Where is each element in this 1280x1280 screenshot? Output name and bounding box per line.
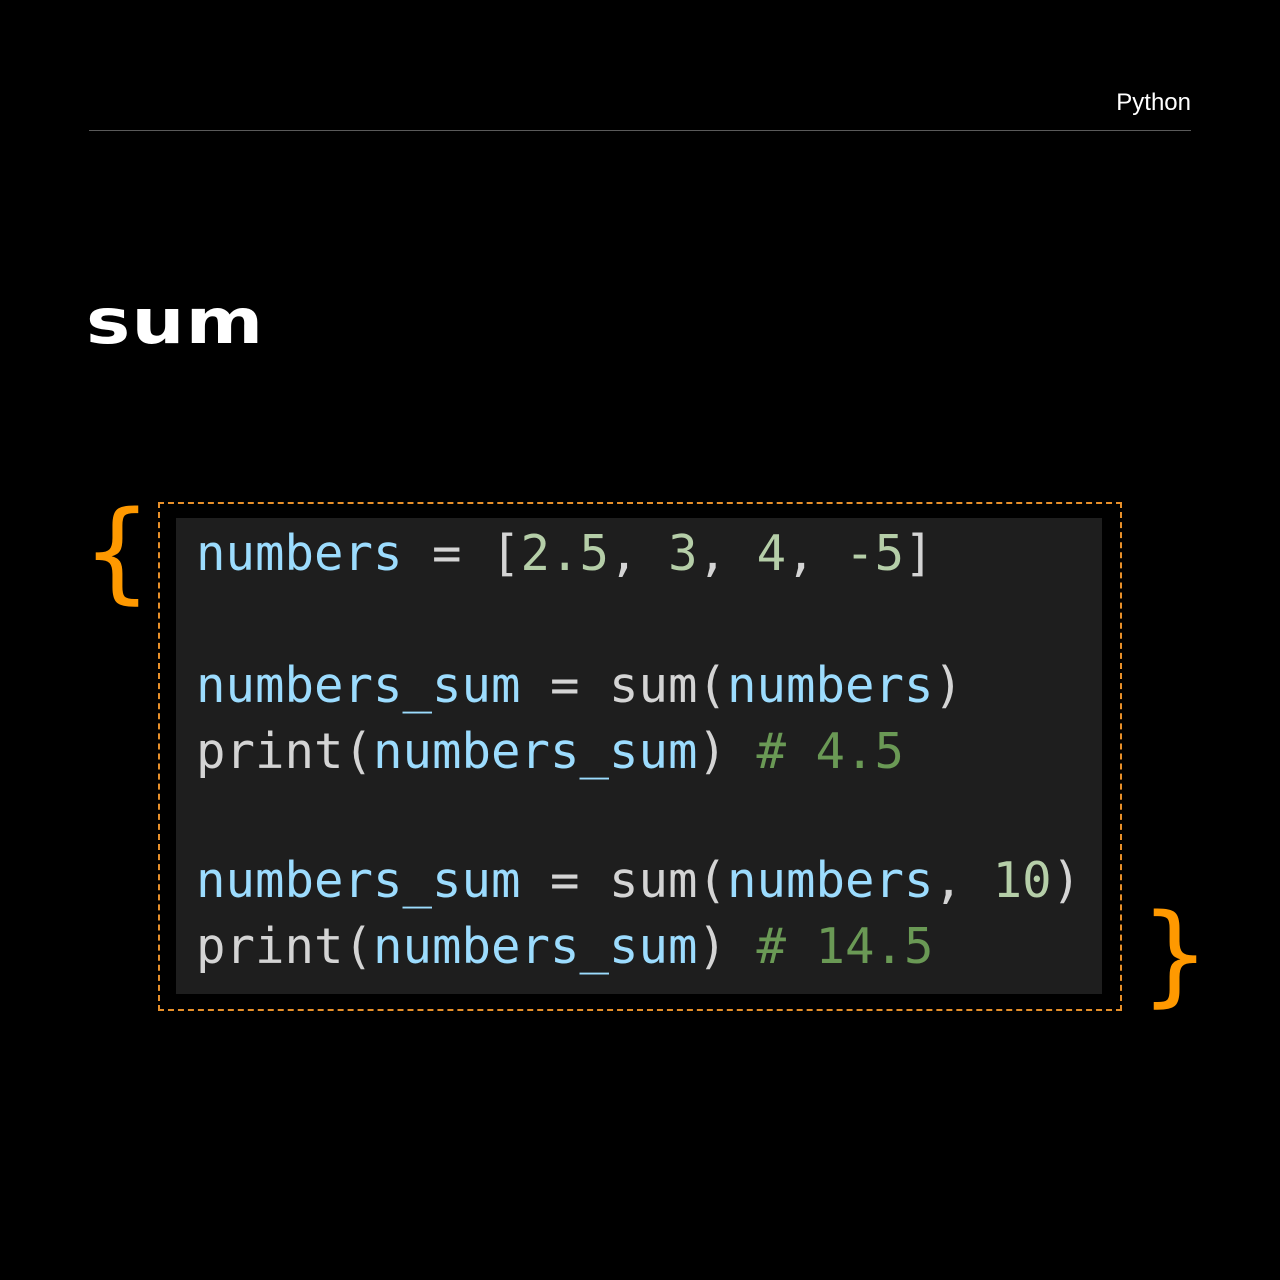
code-function: sum( bbox=[609, 657, 728, 714]
code-variable: numbers bbox=[196, 525, 403, 582]
code-separator: , bbox=[786, 525, 846, 582]
page-title: sum bbox=[86, 285, 265, 358]
code-paren: ) bbox=[697, 723, 757, 780]
code-number: 4 bbox=[756, 525, 787, 582]
code-argument: numbers_sum bbox=[373, 723, 698, 780]
code-line-7: print(numbers_sum) # 14.5 bbox=[196, 917, 934, 977]
open-brace-icon: { bbox=[82, 487, 152, 615]
code-paren: ) bbox=[933, 657, 964, 714]
code-line-3: numbers_sum = sum(numbers) bbox=[196, 656, 963, 716]
code-comment: # 4.5 bbox=[756, 723, 905, 780]
code-separator: , bbox=[609, 525, 669, 582]
code-operator: = bbox=[520, 657, 610, 714]
code-argument: numbers bbox=[727, 657, 934, 714]
code-number: 2.5 bbox=[520, 525, 610, 582]
code-comment: # 14.5 bbox=[756, 918, 934, 975]
code-line-4: print(numbers_sum) # 4.5 bbox=[196, 722, 904, 782]
code-operator: = bbox=[520, 852, 610, 909]
header-divider bbox=[89, 130, 1191, 131]
code-argument: numbers bbox=[727, 852, 934, 909]
topic-label: Python bbox=[1116, 89, 1191, 116]
code-number: -5 bbox=[845, 525, 905, 582]
code-separator: , bbox=[933, 852, 993, 909]
code-variable: numbers_sum bbox=[196, 657, 521, 714]
code-function: print( bbox=[196, 723, 374, 780]
code-function: print( bbox=[196, 918, 374, 975]
code-variable: numbers_sum bbox=[196, 852, 521, 909]
code-number: 3 bbox=[668, 525, 698, 582]
code-operator: = [ bbox=[402, 525, 521, 582]
code-paren: ) bbox=[697, 918, 757, 975]
code-number: 10 bbox=[992, 852, 1052, 909]
code-line-1: numbers = [2.5, 3, 4, -5] bbox=[196, 524, 934, 584]
code-separator: , bbox=[697, 525, 757, 582]
code-bracket: ] bbox=[904, 525, 934, 582]
code-line-6: numbers_sum = sum(numbers, 10) bbox=[196, 851, 1081, 911]
code-paren: ) bbox=[1051, 852, 1082, 909]
close-brace-icon: } bbox=[1140, 890, 1210, 1018]
code-argument: numbers_sum bbox=[373, 918, 698, 975]
code-function: sum( bbox=[609, 852, 728, 909]
